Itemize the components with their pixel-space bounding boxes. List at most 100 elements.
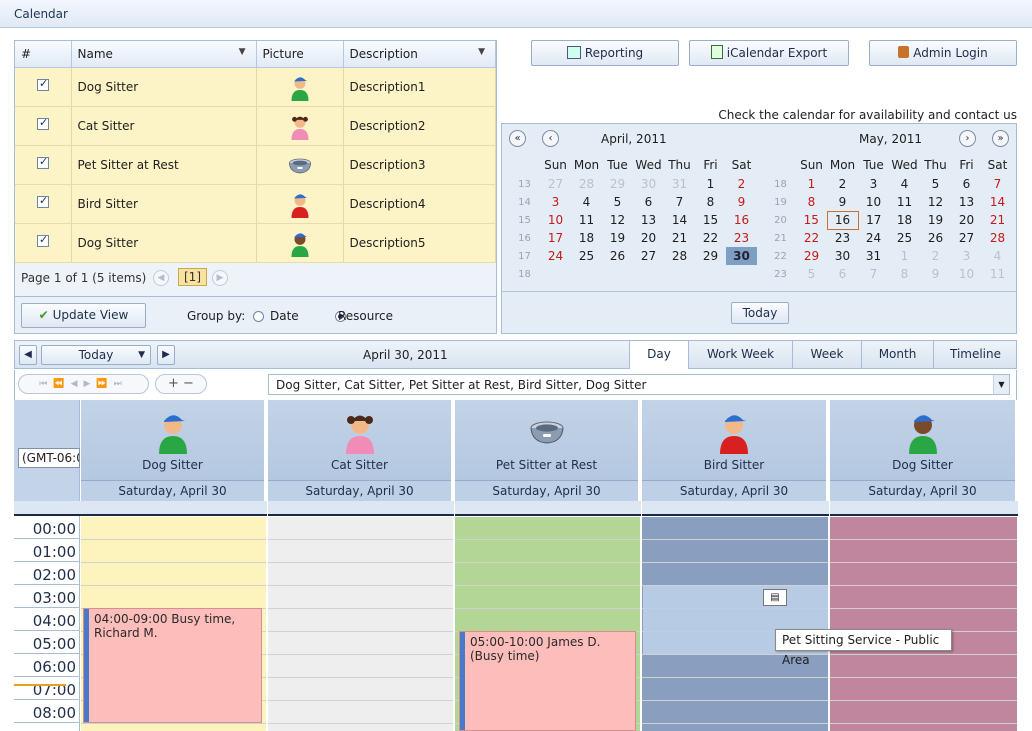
calendar-day[interactable]: 19 [920,211,951,229]
calendar-day[interactable]: 9 [827,193,858,211]
grid-row[interactable]: Cat Sitter Description2 [15,106,496,146]
admin-login-button[interactable]: Admin Login [869,40,1017,66]
grid-row[interactable]: Pet Sitter at Rest Description3 [15,145,496,185]
grid-row[interactable]: Dog Sitter Description5 [15,223,496,263]
header-index[interactable]: # [15,41,72,68]
calendar-day[interactable]: 26 [602,247,633,265]
calendar-day[interactable]: 27 [540,175,571,193]
calendar-day[interactable]: 7 [664,193,695,211]
resource-filter-combo[interactable]: Dog Sitter, Cat Sitter, Pet Sitter at Re… [268,374,1010,395]
calendar-day[interactable]: 11 [889,193,920,211]
calendar-day[interactable]: 31 [858,247,889,265]
calendar-day[interactable]: 17 [540,229,571,247]
chevron-down-icon[interactable]: ▼ [993,375,1009,394]
calendar-day[interactable]: 17 [858,211,889,229]
calendar-day[interactable]: 21 [664,229,695,247]
calendar-day[interactable]: 27 [951,229,982,247]
calendar-day[interactable]: 7 [982,175,1013,193]
zoom-buttons[interactable]: + − [155,374,207,394]
calendar-day[interactable]: 1 [889,247,920,265]
calendar-day[interactable]: 20 [951,211,982,229]
prev-year-button[interactable]: « [509,130,526,147]
grid-row[interactable]: Dog Sitter Description1 [15,67,496,107]
calendar-day[interactable]: 23 [726,229,757,247]
calendar-day[interactable]: 30 [633,175,664,193]
scheduler-next-button[interactable]: ▶ [157,345,175,365]
calendar-day[interactable]: 6 [951,175,982,193]
calendar-day[interactable]: 28 [571,175,602,193]
tab-day[interactable]: Day [629,341,688,369]
calendar-day[interactable]: 2 [827,175,858,193]
calendar-day[interactable]: 1 [796,175,827,193]
calendar-day[interactable]: 14 [664,211,695,229]
calendar-day[interactable]: 18 [571,229,602,247]
timezone-select[interactable]: (GMT-06:0 [18,448,80,468]
calendar-day[interactable]: 10 [951,265,982,283]
today-dropdown[interactable]: Today ▼ [41,345,151,365]
calendar-day[interactable]: 8 [889,265,920,283]
calendar-day[interactable]: 15 [695,211,726,229]
calendar-day[interactable]: 2 [726,175,757,193]
calendar-day[interactable]: 30 [827,247,858,265]
calendar-day[interactable]: 5 [796,265,827,283]
prev-month-button[interactable]: ‹ [542,130,559,147]
calendar-day[interactable]: 15 [796,211,827,229]
calendar-day[interactable]: 3 [858,175,889,193]
group-by-date-label[interactable]: Date [270,309,299,323]
row-checkbox[interactable] [37,116,49,130]
calendar-day[interactable]: 10 [858,193,889,211]
calendar-day[interactable]: 22 [695,229,726,247]
appointment-icon[interactable]: ▤ [763,589,787,606]
calendar-day[interactable]: 3 [951,247,982,265]
calendar-day[interactable]: 31 [664,175,695,193]
calendar-day[interactable]: 18 [889,211,920,229]
calendar-day[interactable]: 3 [540,193,571,211]
calendar-day[interactable]: 24 [858,229,889,247]
all-day-slot[interactable] [830,501,1018,516]
calendar-day[interactable]: 16 [726,211,757,229]
row-checkbox[interactable] [37,233,49,247]
tab-week[interactable]: Week [792,341,861,369]
calendar-day[interactable]: 29 [695,247,726,265]
calendar-day[interactable]: 11 [982,265,1013,283]
header-description[interactable]: Description ▼ [343,41,496,68]
tab-work-week[interactable]: Work Week [688,341,792,369]
resource-pager-navigation[interactable]: ⏮⏪◀▶⏩⏭ [18,374,149,394]
row-checkbox[interactable] [37,155,49,169]
calendar-day[interactable]: 4 [982,247,1013,265]
calendar-day[interactable]: 4 [571,193,602,211]
icalendar-export-button[interactable]: iCalendar Export [689,40,849,66]
all-day-slot[interactable] [455,501,641,516]
calendar-day[interactable]: 29 [602,175,633,193]
all-day-slot[interactable] [81,501,267,516]
calendar-day[interactable]: 12 [602,211,633,229]
filter-icon[interactable]: ▼ [478,47,485,57]
day-column[interactable] [268,517,453,731]
filter-icon[interactable]: ▼ [239,47,246,57]
calendar-day[interactable]: 1 [695,175,726,193]
calendar-day[interactable]: 5 [602,193,633,211]
header-picture[interactable]: Picture [256,41,344,68]
calendar-day[interactable]: 23 [827,229,858,247]
calendar-day[interactable]: 29 [796,247,827,265]
calendar-day[interactable]: 9 [920,265,951,283]
calendar-day[interactable]: 13 [951,193,982,211]
calendar-day[interactable]: 20 [633,229,664,247]
tab-month[interactable]: Month [861,341,933,369]
calendar-day[interactable]: 22 [796,229,827,247]
calendar-day[interactable]: 6 [633,193,664,211]
calendar-day[interactable]: 6 [827,265,858,283]
group-by-date-radio[interactable] [253,311,264,322]
calendar-day[interactable]: 4 [889,175,920,193]
grid-row[interactable]: Bird Sitter Description4 [15,184,496,224]
calendar-day[interactable]: 26 [920,229,951,247]
row-checkbox[interactable] [37,77,49,91]
calendar-day[interactable]: 10 [540,211,571,229]
calendar-day[interactable]: 8 [695,193,726,211]
calendar-day[interactable]: 7 [858,265,889,283]
calendar-day[interactable]: 9 [726,193,757,211]
calendar-day[interactable]: 11 [571,211,602,229]
calendar-day[interactable]: 25 [889,229,920,247]
calendar-today-button[interactable]: Today [731,302,789,324]
calendar-day[interactable]: 27 [633,247,664,265]
